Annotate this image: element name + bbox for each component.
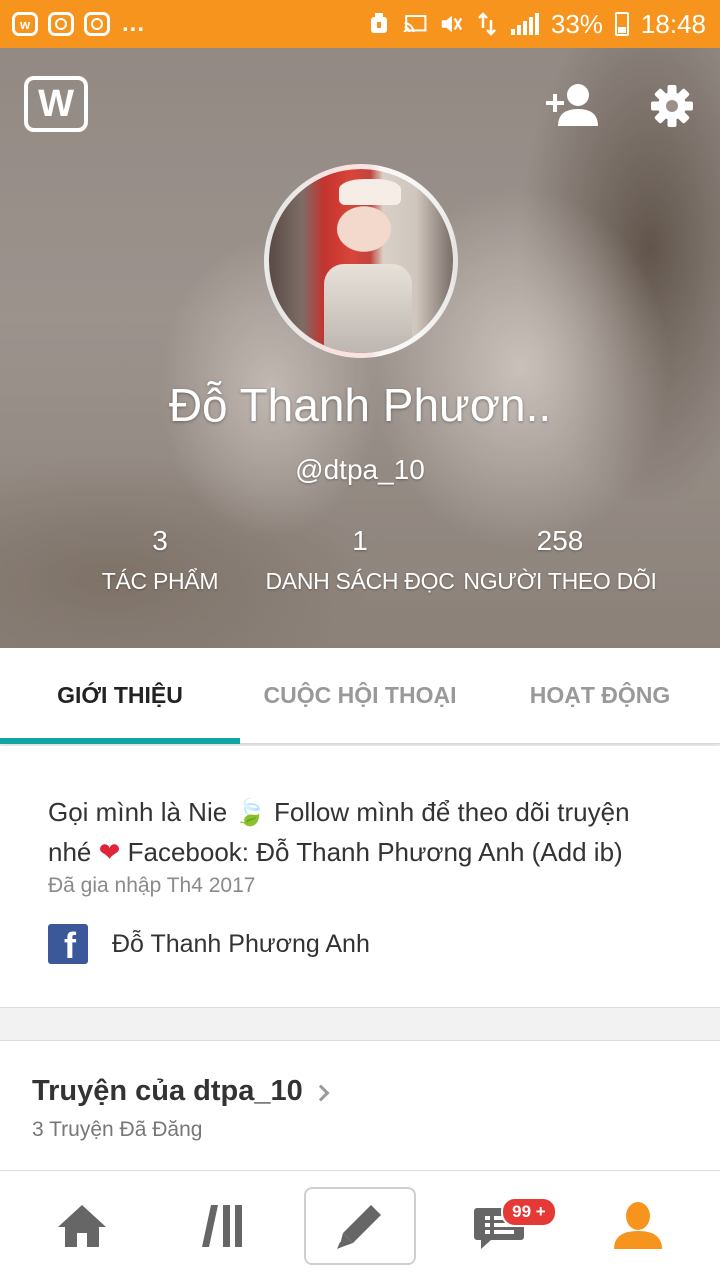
tab-conversations[interactable]: CUỘC HỘI THOẠI <box>240 648 480 743</box>
signal-icon <box>510 13 539 35</box>
joined-date: Đã gia nhập Th4 2017 <box>48 874 256 897</box>
nav-home[interactable] <box>26 1187 138 1265</box>
facebook-link[interactable]: f Đỗ Thanh Phương Anh <box>48 924 672 964</box>
data-icon <box>475 12 499 36</box>
tab-about[interactable]: GIỚI THIỆU <box>0 648 240 744</box>
wattpad-notification-icon: w <box>12 12 38 36</box>
more-notifications-icon: ... <box>122 10 146 37</box>
heart-icon: ❤ <box>98 837 121 867</box>
stat-followers-value: 258 <box>536 525 584 556</box>
battery-percent: 33% <box>550 8 603 39</box>
alarm-icon <box>367 12 391 36</box>
about-section: Gọi mình là Nie 🍃 Follow mình để theo dõ… <box>0 746 720 1008</box>
stories-title-row: Truyện của dtpa_10 <box>32 1075 688 1108</box>
cast-icon <box>403 12 427 36</box>
bio-part-2: Facebook: Đỗ Thanh Phương Anh (Add ib) <box>120 837 623 867</box>
add-friend-icon[interactable] <box>544 82 602 128</box>
stat-followers[interactable]: 258 NGƯỜI THEO DÕI <box>460 524 660 595</box>
bio-text: Gọi mình là Nie 🍃 Follow mình để theo dõ… <box>48 792 672 872</box>
home-icon <box>57 1204 106 1247</box>
nav-write[interactable] <box>303 1186 416 1265</box>
profile-username: @dtpa_10 <box>295 454 425 485</box>
stories-section[interactable]: Truyện của dtpa_10 3 Truyện Đã Đăng <box>0 1040 720 1170</box>
stat-works[interactable]: 3 TÁC PHẨM <box>60 524 260 595</box>
logo-letter: W <box>38 83 74 125</box>
nav-messages[interactable]: 99 + <box>443 1187 557 1265</box>
facebook-name: Đỗ Thanh Phương Anh <box>112 929 370 958</box>
battery-icon <box>614 12 629 36</box>
pencil-icon <box>336 1204 381 1249</box>
stat-reading-lists-value: 1 <box>352 525 368 556</box>
stat-works-label: TÁC PHẨM <box>101 567 219 594</box>
profile-name: Đỗ Thanh Phươn.. <box>168 379 552 431</box>
tab-activity[interactable]: HOẠT ĐỘNG <box>480 648 720 743</box>
stories-title: Truyện của dtpa_10 <box>32 1075 303 1107</box>
screen: w ... 33% 18:48 W Đỗ Thanh Phươn.. @dtpa… <box>0 0 720 1280</box>
status-bar: w ... 33% 18:48 <box>0 0 720 48</box>
profile-stats: 3 TÁC PHẨM 1 DANH SÁCH ĐỌC 258 NGƯỜI THE… <box>60 524 660 595</box>
profile-header: W Đỗ Thanh Phươn.. @dtpa_10 3 TÁC PHẨM 1… <box>0 48 720 648</box>
instagram-notification-icon <box>48 12 74 36</box>
facebook-icon: f <box>48 924 88 964</box>
nav-library[interactable] <box>165 1187 277 1265</box>
stat-followers-label: NGƯỜI THEO DÕI <box>463 567 657 594</box>
instagram-notification-icon-2 <box>84 12 110 36</box>
nav-profile[interactable] <box>582 1187 694 1265</box>
wattpad-logo-icon[interactable]: W <box>24 76 88 132</box>
profile-tabs: GIỚI THIỆU CUỘC HỘI THOẠI HOẠT ĐỘNG <box>0 648 720 744</box>
gear-icon[interactable] <box>650 84 694 128</box>
clock: 18:48 <box>640 8 706 39</box>
stat-works-value: 3 <box>152 525 168 556</box>
profile-icon <box>614 1201 663 1249</box>
chevron-right-icon <box>312 1084 330 1101</box>
stories-count: 3 Truyện Đã Đăng <box>32 1118 203 1141</box>
bottom-nav: 99 + <box>0 1170 720 1280</box>
library-icon <box>201 1204 242 1247</box>
mute-icon <box>439 12 463 36</box>
avatar[interactable] <box>264 164 458 358</box>
stat-reading-lists-label: DANH SÁCH ĐỌC <box>265 567 455 594</box>
facebook-letter: f <box>64 925 76 964</box>
notification-badge: 99 + <box>501 1196 557 1227</box>
stat-reading-lists[interactable]: 1 DANH SÁCH ĐỌC <box>260 524 460 595</box>
